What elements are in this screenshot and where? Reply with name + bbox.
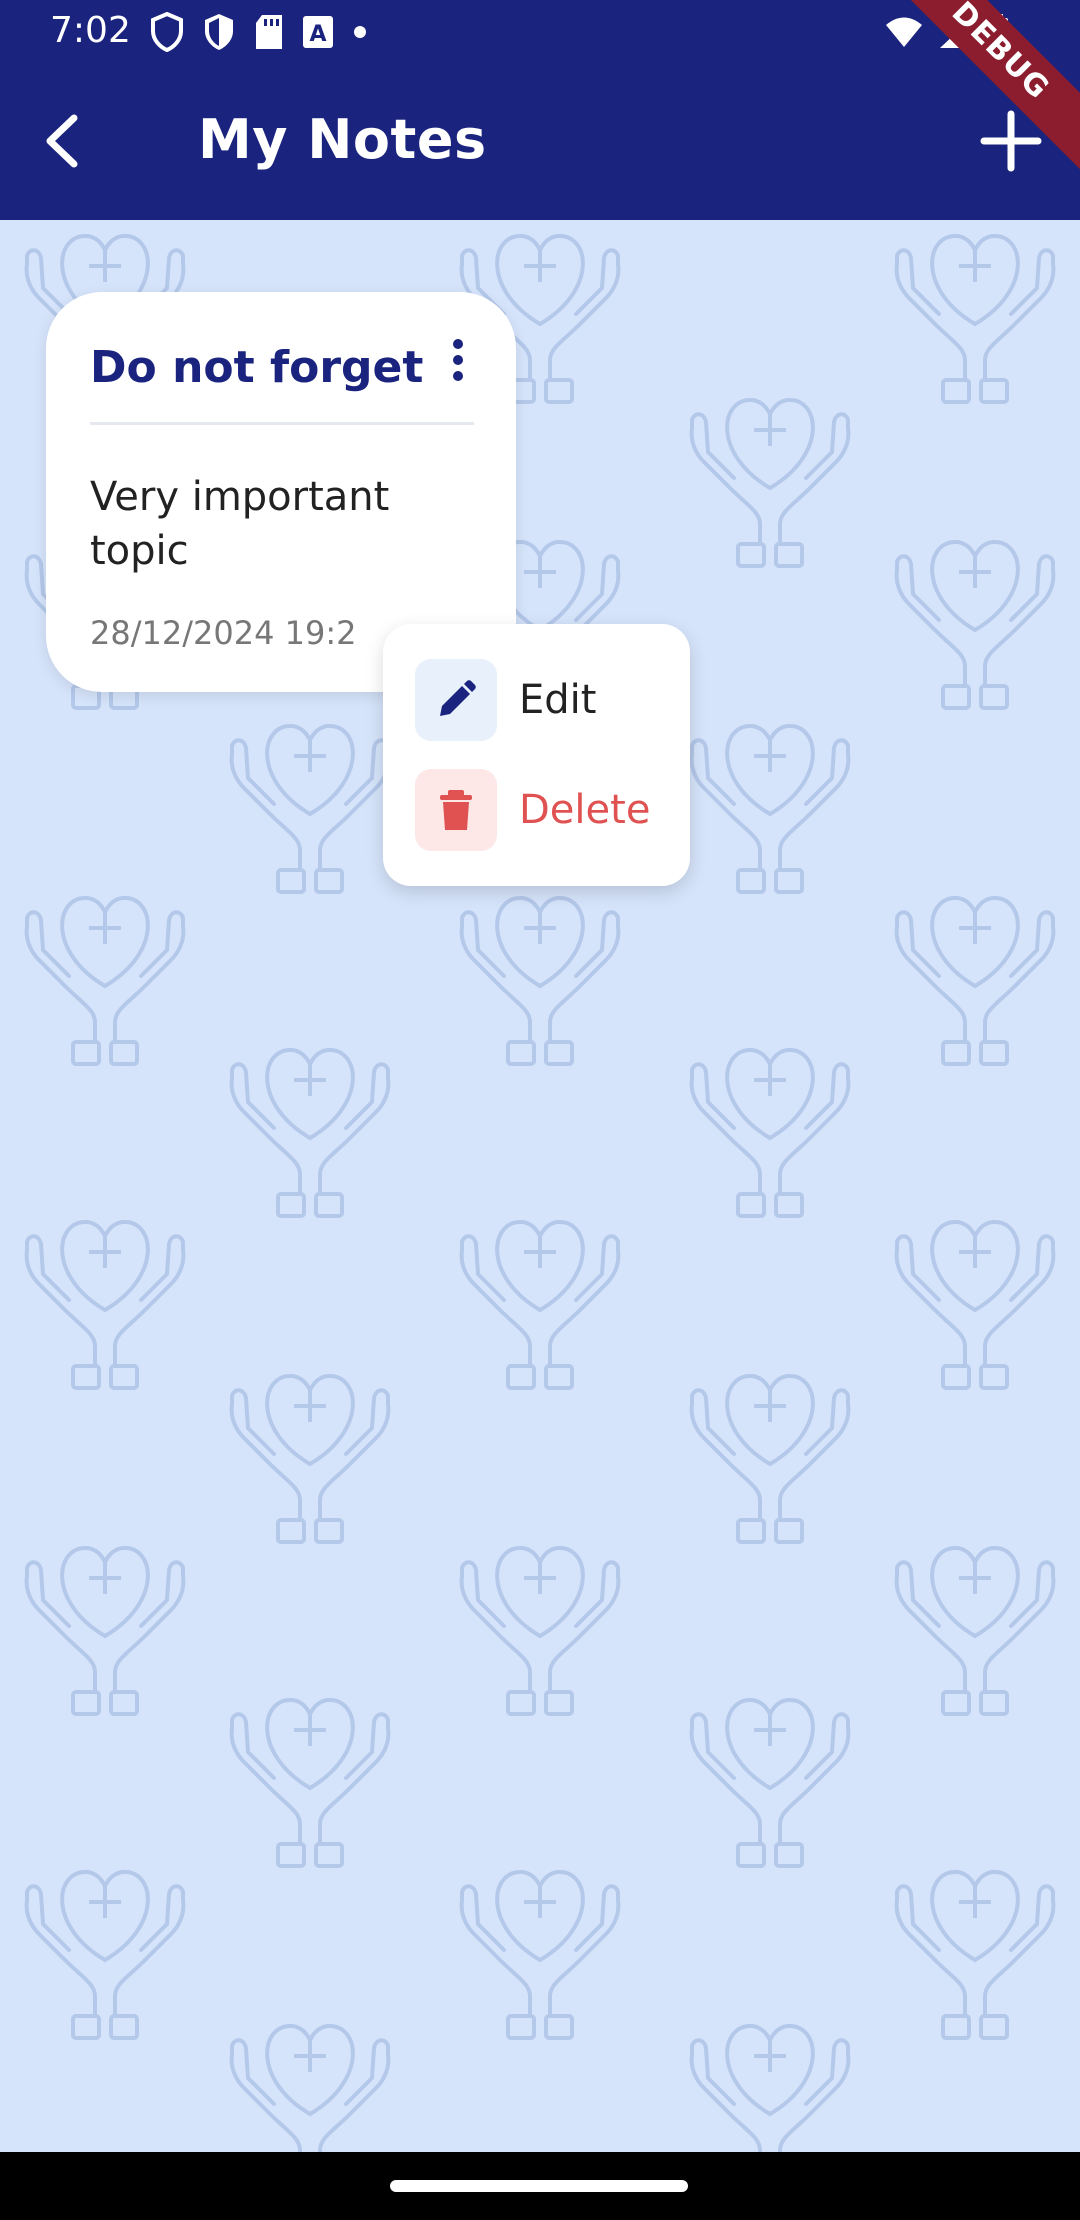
delete-menu-item[interactable]: Delete (415, 768, 675, 852)
delete-icon-box (415, 769, 497, 851)
sd-card-icon (256, 15, 282, 49)
edit-label: Edit (519, 677, 597, 723)
edit-menu-item[interactable]: Edit (415, 658, 675, 742)
delete-label: Delete (519, 787, 651, 833)
svg-text:A: A (309, 22, 326, 47)
note-divider (90, 422, 474, 425)
note-more-button[interactable] (438, 334, 478, 394)
text-a-icon: A (303, 16, 333, 48)
note-date: 28/12/2024 19:2 (90, 614, 357, 652)
home-indicator[interactable] (390, 2180, 688, 2192)
page-title: My Notes (198, 108, 487, 171)
shield-icon (151, 12, 183, 52)
note-title: Do not forget (90, 342, 424, 393)
trash-icon (440, 790, 472, 830)
edit-icon-box (415, 659, 497, 741)
back-arrow-icon (46, 114, 78, 168)
back-button[interactable] (34, 106, 94, 176)
status-bar: 7:02 A (0, 0, 1080, 66)
system-nav-bar (0, 2152, 1080, 2220)
status-icons-left: A (150, 12, 368, 52)
more-vertical-icon (453, 339, 463, 381)
wifi-icon (886, 17, 922, 47)
pencil-icon (440, 680, 476, 716)
shield-filled-icon (205, 14, 233, 50)
note-body: Very important topic (90, 474, 390, 574)
app-bar: My Notes (0, 66, 1080, 220)
note-popup-menu: Edit Delete (383, 624, 690, 886)
dot-icon (354, 26, 366, 38)
status-time: 7:02 (50, 10, 131, 51)
notes-content: Do not forget Very important topic 28/12… (0, 220, 1080, 2152)
